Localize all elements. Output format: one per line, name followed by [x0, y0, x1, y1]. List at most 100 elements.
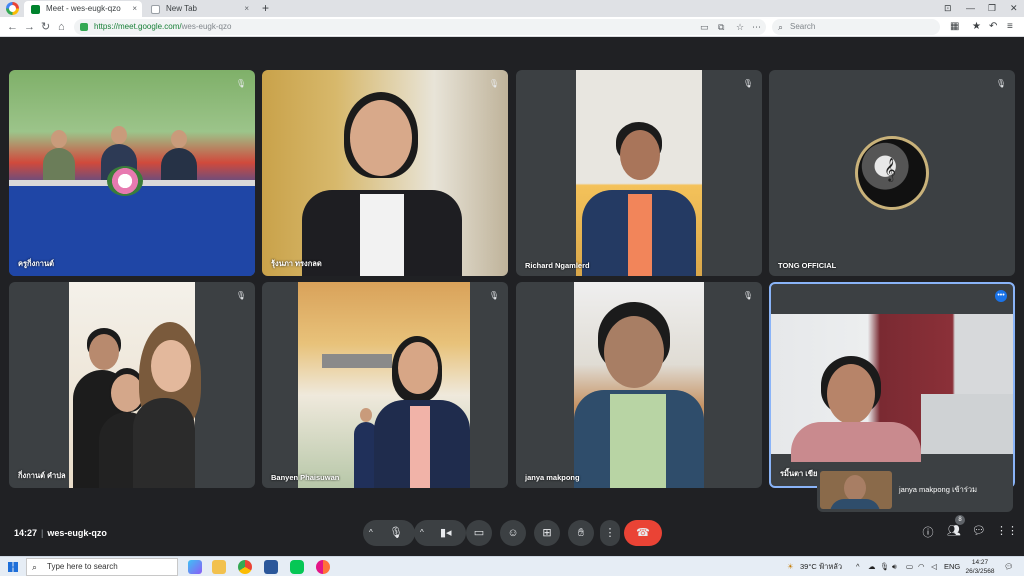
line-app-icon[interactable]	[290, 560, 304, 574]
emoji-button[interactable]: ☺	[500, 520, 526, 546]
participant-video	[9, 70, 255, 276]
new-tab-button[interactable]: +	[262, 0, 269, 17]
microphone-icon[interactable]: 🎙︎	[389, 520, 403, 546]
search-icon: ⌕	[778, 22, 784, 32]
captions-button[interactable]: ▭	[466, 520, 492, 546]
address-bar[interactable]: https://meet.google.com/wes-eugk-qzo	[74, 19, 766, 35]
tab-meet[interactable]: Meet - wes-eugk-qzo ×	[24, 1, 142, 17]
reload-icon[interactable]: ↻	[41, 17, 50, 37]
input-language[interactable]: ENG	[944, 557, 960, 576]
page-menu-icon[interactable]: ⋯	[752, 17, 761, 37]
raise-hand-button[interactable]: ✋︎	[568, 520, 594, 546]
present-button[interactable]: ⊞	[534, 520, 560, 546]
tab-close-icon[interactable]: ×	[244, 1, 249, 17]
participant-tile[interactable]: 🎙︎ รุ้งนภา ทรงกลด	[262, 70, 508, 276]
tray-chevron-icon[interactable]: ^	[856, 557, 860, 576]
mic-off-icon: 🎙︎	[742, 79, 754, 88]
joined-participant-thumbnail	[820, 471, 892, 509]
tab-close-icon[interactable]: ×	[132, 1, 137, 17]
undo-icon[interactable]: ↶	[989, 17, 997, 37]
hand-icon: ✋︎	[577, 527, 585, 539]
participant-tile[interactable]: 🎙︎ Richard Ngamlerd	[516, 70, 762, 276]
restore-icon[interactable]: ❐	[988, 0, 996, 17]
taskbar-clock[interactable]: 14:27 26/3/2568	[963, 558, 997, 576]
tray-wifi-icon[interactable]: ◠	[918, 557, 925, 576]
tab-title: Meet - wes-eugk-qzo	[46, 4, 121, 13]
participant-name: ครูกิ่งกานต์	[18, 259, 54, 268]
tray-mic-icon[interactable]: 🎙︎	[880, 557, 890, 576]
tray-volume-icon[interactable]: ◁	[931, 557, 937, 576]
search-input[interactable]: ⌕ Search	[772, 19, 940, 35]
leave-call-button[interactable]: ☎︎	[624, 520, 662, 546]
participant-tile[interactable]: 🎙︎ Banyen Phaisuwan	[262, 282, 508, 488]
people-count-badge: 8	[955, 515, 965, 525]
present-screen-icon: ⊞	[542, 527, 552, 539]
camera-in-use-icon[interactable]: ▭	[700, 17, 709, 37]
join-notification: janya makpong เข้าร่วม	[817, 468, 1013, 512]
firefox-icon[interactable]	[316, 560, 330, 574]
word-icon[interactable]	[264, 560, 278, 574]
browser-toolbar: ← → ↻ ⌂ https://meet.google.com/wes-eugk…	[0, 17, 1024, 37]
activities-icon[interactable]: ⋮⋮	[996, 524, 1018, 537]
notifications-icon[interactable]: 💬︎	[1004, 557, 1014, 576]
menu-icon[interactable]: ≡	[1007, 17, 1013, 37]
mic-off-icon: 🎙︎	[488, 291, 500, 300]
browser-tab-bar: Meet - wes-eugk-qzo × New Tab × + ⊡ — ❐ …	[0, 0, 1024, 17]
more-options-icon[interactable]: •••	[995, 290, 1007, 302]
taskbar-search-input[interactable]: ⌕ Type here to search	[26, 558, 178, 576]
participant-tile[interactable]: 🎙︎ ครูกิ่งกานต์	[9, 70, 255, 276]
camera-options-chevron-icon[interactable]: ^	[420, 520, 424, 546]
tab-new-tab[interactable]: New Tab ×	[144, 1, 254, 17]
file-explorer-icon[interactable]	[212, 560, 226, 574]
end-call-icon: ☎︎	[636, 527, 650, 539]
participant-video	[298, 282, 470, 488]
participant-tile-active[interactable]: ••• รมิ้นตา เขียวอ่	[769, 282, 1015, 488]
more-options-button[interactable]: ⋮	[600, 520, 620, 546]
tray-speaker-icon[interactable]: 🔊︎	[892, 557, 897, 576]
copilot-icon[interactable]	[188, 560, 202, 574]
weather-text[interactable]: 39°C ฟ้าหลัว	[800, 557, 842, 576]
join-notification-text: janya makpong เข้าร่วม	[899, 485, 978, 494]
mic-options-chevron-icon[interactable]: ^	[369, 520, 373, 546]
newtab-favicon-icon	[151, 5, 160, 14]
back-icon[interactable]: ←	[7, 17, 18, 37]
meet-favicon-icon	[31, 5, 40, 14]
browser-logo-icon[interactable]	[6, 2, 19, 15]
mic-off-icon: 🎙︎	[742, 291, 754, 300]
participant-video	[262, 70, 508, 276]
divider: |	[41, 528, 44, 538]
bookmark-star-icon[interactable]: ☆	[736, 17, 744, 37]
tray-battery-icon[interactable]: ▭	[906, 557, 913, 576]
meet-stage: 🎙︎ ครูกิ่งกานต์ 🎙︎ รุ้งนภา ทรงกลด 🎙︎ Ric…	[0, 38, 1024, 556]
minimize-icon[interactable]: —	[966, 0, 975, 17]
forward-icon[interactable]: →	[24, 17, 35, 37]
participant-tile[interactable]: 🎙︎ กิ่งกานต์ คำปล	[9, 282, 255, 488]
meeting-time: 14:27	[14, 528, 38, 538]
translate-icon[interactable]: ⧉	[718, 17, 724, 37]
chrome-icon[interactable]	[238, 560, 252, 574]
apps-grid-icon[interactable]: ▦	[950, 17, 959, 37]
participant-name: Richard Ngamlerd	[525, 261, 590, 270]
participant-tile[interactable]: 𝄞 🎙︎ TONG OFFICIAL	[769, 70, 1015, 276]
favorites-icon[interactable]: ★	[972, 17, 981, 37]
camera-icon[interactable]: ▮◂	[440, 520, 452, 546]
close-window-icon[interactable]: ✕	[1010, 0, 1018, 17]
taskbar-search-placeholder: Type here to search	[47, 562, 118, 571]
home-icon[interactable]: ⌂	[58, 17, 65, 37]
mic-off-icon: 🎙︎	[235, 291, 247, 300]
url-host: https://meet.google.com/	[94, 22, 182, 31]
avatar: 𝄞	[855, 136, 929, 210]
mic-control-group: ^ 🎙︎	[363, 520, 415, 546]
meeting-details-icon[interactable]: ⓘ	[919, 524, 937, 540]
mic-off-icon: 🎙︎	[995, 79, 1007, 88]
weather-icon: ☀	[787, 562, 794, 571]
windows-start-icon[interactable]	[8, 562, 18, 572]
people-icon[interactable]: 👥︎	[945, 524, 963, 537]
chat-icon[interactable]: 💬︎	[970, 524, 988, 537]
participant-video	[69, 282, 201, 488]
search-icon: ⌕	[32, 562, 38, 572]
profile-menu-icon[interactable]: ⊡	[944, 0, 952, 17]
participant-name: รุ้งนภา ทรงกลด	[271, 259, 322, 268]
tray-cloud-icon[interactable]: ☁	[868, 557, 876, 576]
participant-tile[interactable]: 🎙︎ janya makpong	[516, 282, 762, 488]
